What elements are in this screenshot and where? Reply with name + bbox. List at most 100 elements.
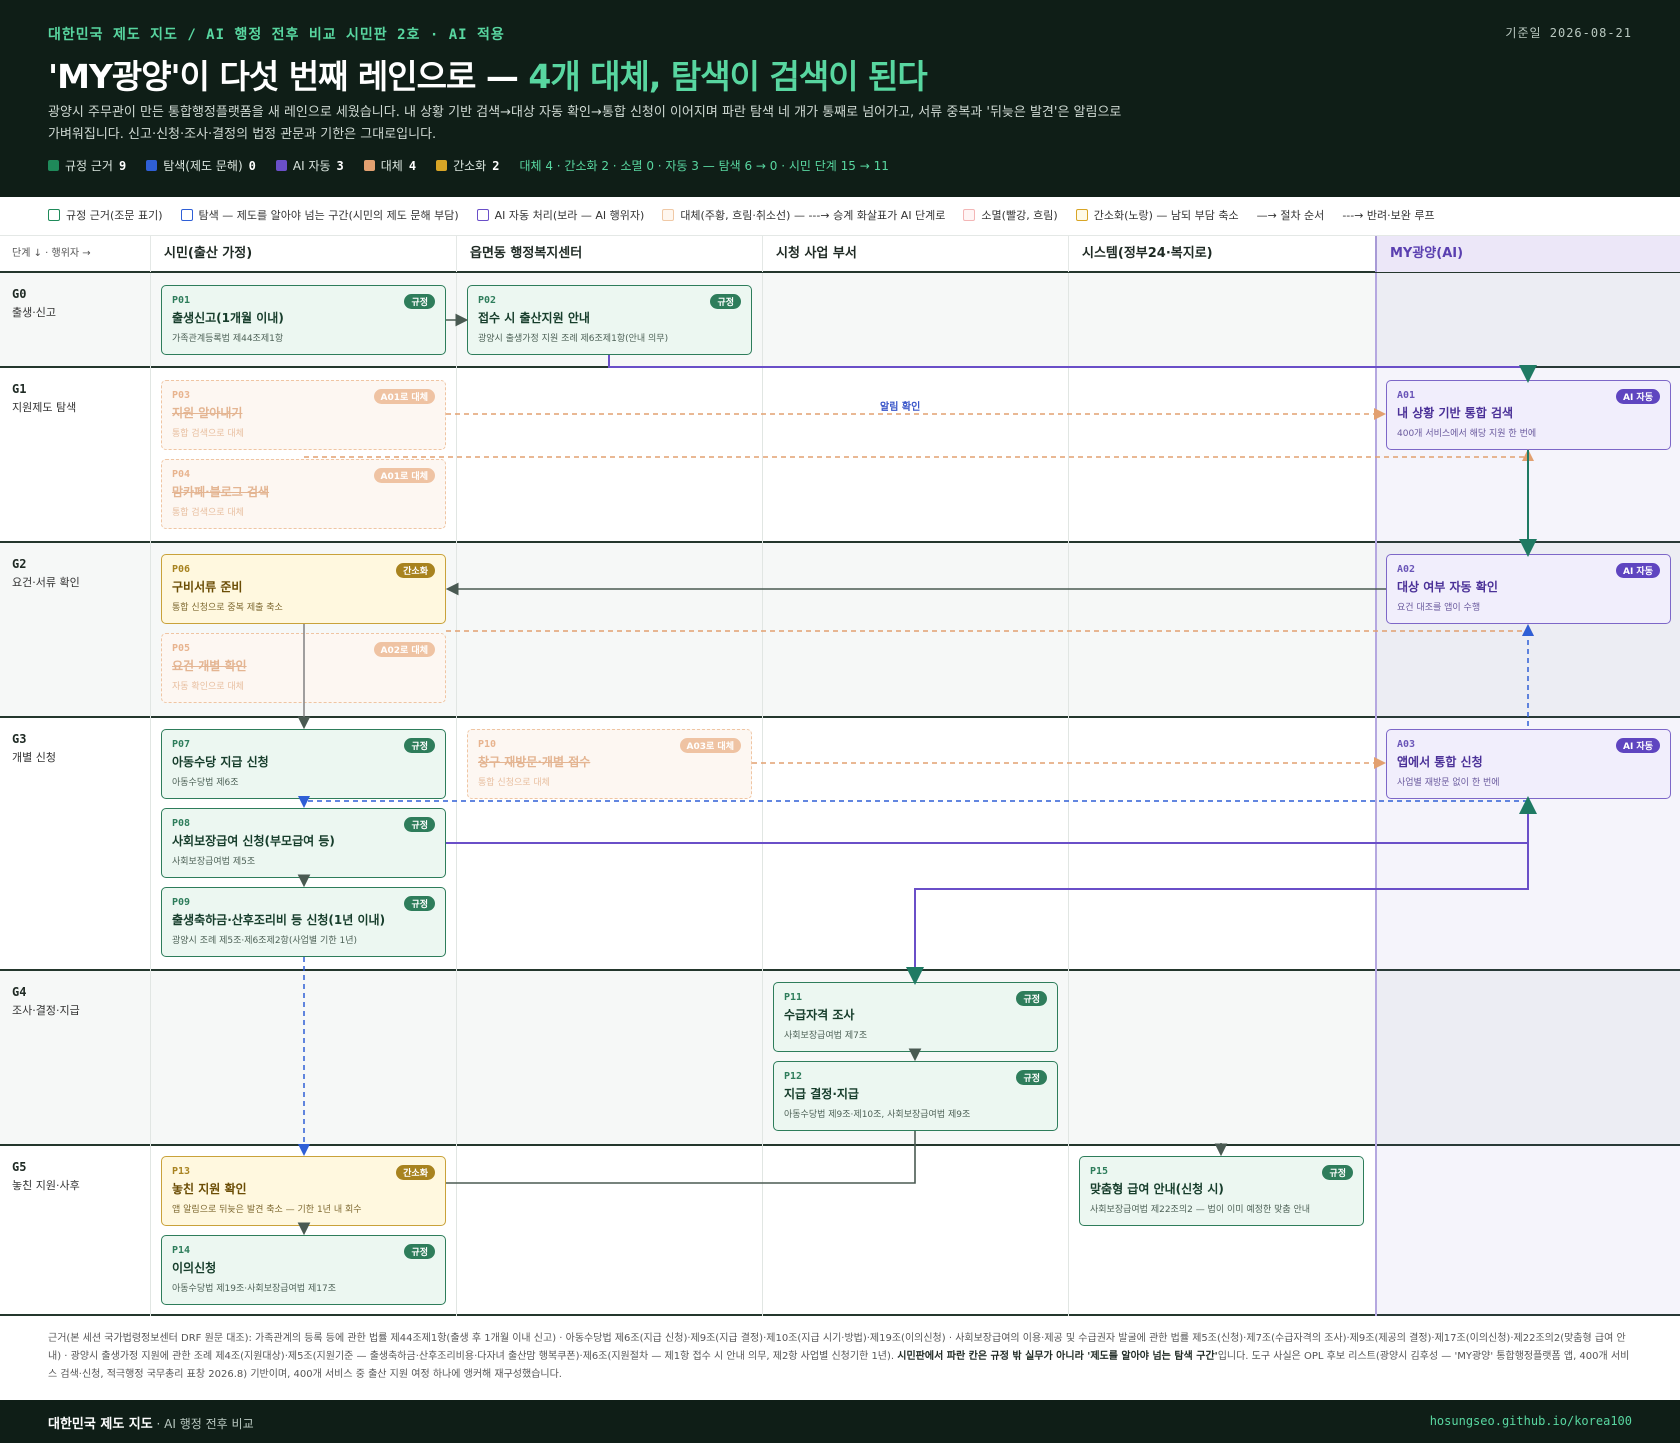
stage-label: G3 개별 신청 bbox=[12, 732, 56, 765]
step-basis: 자동 확인으로 대체 bbox=[172, 682, 244, 692]
page-header: 대한민국 제도 지도 / AI 행정 전후 비교 시민판 2호 · AI 적용 … bbox=[0, 0, 1680, 197]
stage-label: G4 조사·결정·지급 bbox=[12, 985, 80, 1018]
step-card-p09[interactable]: P09 출생축하금·산후조리비 등 신청(1년 이내) 광양시 조례 제5조·제6조… bbox=[161, 887, 446, 957]
stage-code: G5 bbox=[12, 1160, 27, 1174]
step-card-p14[interactable]: P14 이의신청 아동수당법 제19조·사회보장급여법 제17조 규정 bbox=[161, 1235, 446, 1305]
step-card-p08[interactable]: P08 사회보장급여 신청(부모급여 등) 사회보장급여법 제5조 규정 bbox=[161, 808, 446, 878]
step-id: P01 bbox=[172, 295, 191, 306]
header-kicker: 대한민국 제도 지도 / AI 행정 전후 비교 시민판 2호 · AI 적용 bbox=[48, 27, 505, 43]
step-basis: 가족관계등록법 제44조제1항 bbox=[172, 334, 284, 344]
header-date: 기준일 2026-08-21 bbox=[1505, 26, 1632, 40]
step-card-p10[interactable]: P10 창구 재방문·개별 접수 통합 신청으로 대체 A03로 대체 bbox=[467, 729, 752, 799]
legend-swatch-replace bbox=[662, 209, 675, 221]
page-title: 'MY광양'이 다섯 번째 레인으로 — 4개 대체, 탐색이 검색이 된다 bbox=[48, 50, 928, 98]
step-card-p01[interactable]: P01 출생신고(1개월 이내) 가족관계등록법 제44조제1항 규정 bbox=[161, 285, 446, 355]
step-card-p11[interactable]: P11 수급자격 조사 사회보장급여법 제7조 규정 bbox=[773, 982, 1058, 1052]
step-card-p02[interactable]: P02 접수 시 출산지원 안내광양시 출생가정 지원 조례 제6조제1항(안내 … bbox=[467, 285, 752, 355]
step-badge: 규정 bbox=[1016, 991, 1047, 1006]
stage-code: G2 bbox=[12, 557, 27, 571]
step-badge: AI 자동 bbox=[1615, 738, 1660, 753]
step-badge: 규정 bbox=[1016, 1070, 1047, 1085]
step-basis: 통합 신청으로 중복 제출 축소 bbox=[172, 603, 283, 613]
step-card-p15[interactable]: P15 맞춤형 급여 안내(신청 시) 사회보장급여법 제22조의2 — 법이 이미… bbox=[1079, 1156, 1364, 1226]
step-title: 지원 알아내기 bbox=[172, 406, 243, 420]
stage-label: G2 요건·서류 확인 bbox=[12, 557, 80, 590]
step-card-p04[interactable]: P04 맘카페·블로그 검색 통합 검색으로 대체 A01로 대체 bbox=[161, 459, 446, 529]
stat-explore: 탐색(제도 문해) 0 bbox=[146, 157, 256, 174]
stat-simplify: 간소화 2 bbox=[436, 157, 499, 174]
step-card-p13[interactable]: P13 놓친 지원 확인 앱 알림으로 뒤늦은 발견 축소 — 기한 1년 내 회수… bbox=[161, 1156, 446, 1226]
lane-header-community-center: 읍면동 행정복지센터 bbox=[456, 236, 762, 272]
step-id: P11 bbox=[784, 992, 803, 1003]
stat-rule-value: 9 bbox=[118, 158, 127, 173]
step-badge: A02로 대체 bbox=[373, 642, 435, 657]
lane-divider bbox=[150, 273, 151, 1316]
step-title: 사회보장급여 신청(부모급여 등) bbox=[172, 834, 335, 848]
stats-bar: 규정 근거 9 탐색(제도 문해) 0 AI 자동 3 대체 4 간소화 2 대체 4 ·… bbox=[48, 157, 889, 174]
step-basis: 통합 신청으로 대체 bbox=[478, 778, 550, 788]
step-card-a03[interactable]: A03 앱에서 통합 신청 사업별 재방문 없이 한 번에 AI 자동 bbox=[1386, 729, 1671, 799]
legend: 규정 근거(조문 표기) 탐색 — 제도를 알아야 넘는 구간(시민의 제도 문… bbox=[48, 207, 1435, 223]
stage-label: G0 출생·신고 bbox=[12, 287, 56, 320]
lane-header-row: 단계 ↓ · 행위자 → 시민(출산 가정) 읍면동 행정복지센터 시청 사업 … bbox=[0, 235, 1680, 273]
lane-divider bbox=[762, 273, 763, 1316]
step-title: 요건 개별 확인 bbox=[172, 659, 247, 673]
step-card-p07[interactable]: P07 아동수당 지급 신청 아동수당법 제6조 규정 bbox=[161, 729, 446, 799]
stat-rule-label: 규정 근거 bbox=[65, 159, 113, 173]
legend-swatch-rule bbox=[48, 209, 60, 221]
step-title: 맞춤형 급여 안내(신청 시) bbox=[1090, 1182, 1224, 1196]
step-basis: 400개 서비스에서 해당 지원 한 번에 bbox=[1397, 429, 1537, 439]
lane-header-city-dept: 시청 사업 부서 bbox=[762, 236, 1068, 272]
stage-code: G3 bbox=[12, 732, 27, 746]
page-title-highlight: 4개 대체, 탐색이 검색이 된다 bbox=[528, 57, 927, 96]
step-badge: 규정 bbox=[710, 294, 741, 309]
step-id: P07 bbox=[172, 739, 191, 750]
stat-explore-label: 탐색(제도 문해) bbox=[163, 159, 243, 173]
step-badge: A03로 대체 bbox=[679, 738, 741, 753]
footer-url-link[interactable]: hosungseo.github.io/korea100 bbox=[1430, 1414, 1632, 1428]
step-card-a02[interactable]: A02 대상 여부 자동 확인 요건 대조를 앱이 수행 AI 자동 bbox=[1386, 554, 1671, 624]
step-badge: 규정 bbox=[1322, 1165, 1353, 1180]
stage-label: G1 지원제도 탐색 bbox=[12, 382, 76, 415]
legend-label: 대체(주황, 흐림·취소선) — ---→ 승계 화살표가 AI 단계로 bbox=[680, 209, 946, 222]
step-badge: 규정 bbox=[404, 294, 435, 309]
stats-summary: 대체 4 · 간소화 2 · 소멸 0 · 자동 3 — 탐색 6 → 0 · … bbox=[519, 159, 889, 173]
step-card-p06[interactable]: P06 구비서류 준비 통합 신청으로 중복 제출 축소 간소화 bbox=[161, 554, 446, 624]
lane-header-corner: 단계 ↓ · 행위자 → bbox=[12, 248, 91, 259]
stat-simplify-label: 간소화 bbox=[453, 159, 487, 173]
step-basis: 요건 대조를 앱이 수행 bbox=[1397, 603, 1481, 613]
legend-item-simplify: 간소화(노랑) — 남되 부담 축소 bbox=[1075, 207, 1239, 223]
stat-ai-value: 3 bbox=[336, 158, 344, 173]
step-title: 대상 여부 자동 확인 bbox=[1397, 580, 1498, 594]
step-card-p12[interactable]: P12 지급 결정·지급 아동수당법 제9조·제10조, 사회보장급여법 제9조 규정 bbox=[773, 1061, 1058, 1131]
page-description: 광양시 주무관이 만든 통합행정플랫폼을 새 레인으로 세웠습니다. 내 상황 … bbox=[48, 105, 1122, 142]
legend-label: 소멸(빨강, 흐림) bbox=[981, 209, 1058, 222]
step-id: P15 bbox=[1090, 1166, 1109, 1177]
step-id: P09 bbox=[172, 897, 191, 908]
step-title: 창구 재방문·개별 접수 bbox=[478, 755, 591, 769]
step-card-a01[interactable]: A01 내 상황 기반 통합 검색 400개 서비스에서 해당 지원 한 번에 AI … bbox=[1386, 380, 1671, 450]
stat-rule: 규정 근거 9 bbox=[48, 157, 126, 174]
step-card-p03[interactable]: P03 지원 알아내기 통합 검색으로 대체 A01로 대체 bbox=[161, 380, 446, 450]
step-badge: 규정 bbox=[404, 817, 435, 832]
step-title: 맘카페·블로그 검색 bbox=[172, 485, 270, 499]
legend-item-replace: 대체(주황, 흐림·취소선) — ---→ 승계 화살표가 AI 단계로 bbox=[662, 207, 945, 223]
step-basis: 광양시 출생가정 지원 조례 제6조제1항(안내 의무) bbox=[478, 334, 669, 344]
legend-arrow-loop: ---→ 반려·보완 루프 bbox=[1342, 209, 1435, 222]
stat-replace-value: 4 bbox=[408, 158, 417, 173]
step-badge: 간소화 bbox=[396, 1165, 435, 1180]
step-basis: 앱 알림으로 뒤늦은 발견 축소 — 기한 1년 내 회수 bbox=[172, 1205, 362, 1215]
lane-header-system: 시스템(정부24·복지로) bbox=[1068, 236, 1375, 272]
step-badge: A01로 대체 bbox=[373, 389, 435, 404]
legend-swatch-simplify bbox=[1075, 209, 1088, 221]
step-basis: 통합 검색으로 대체 bbox=[172, 508, 244, 518]
stat-rule-swatch bbox=[48, 160, 59, 171]
stat-ai-label: AI 자동 bbox=[292, 159, 331, 173]
legend-swatch-ai bbox=[476, 209, 489, 221]
step-title: 접수 시 출산지원 안내 bbox=[478, 311, 590, 325]
step-basis: 사회보장급여법 제7조 bbox=[784, 1031, 868, 1041]
step-title: 놓친 지원 확인 bbox=[172, 1182, 247, 1196]
step-id: P02 bbox=[478, 295, 497, 306]
step-badge: A01로 대체 bbox=[373, 468, 435, 483]
step-card-p05[interactable]: P05 요건 개별 확인 자동 확인으로 대체 A02로 대체 bbox=[161, 633, 446, 703]
